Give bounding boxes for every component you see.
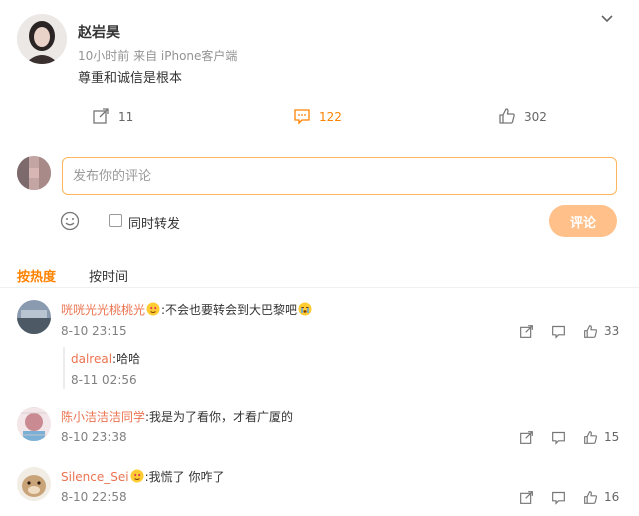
reply-username[interactable]: dalreal xyxy=(71,352,112,366)
comment-time: 8-10 23:15 xyxy=(61,324,127,338)
comment-text: :我是为了看你，才看广厦的 xyxy=(145,410,294,424)
comment-icon[interactable] xyxy=(551,489,566,505)
comment-icon xyxy=(293,107,311,128)
divider xyxy=(0,287,639,288)
comment-icon[interactable] xyxy=(551,323,566,339)
forward-checkbox[interactable] xyxy=(109,214,122,227)
comment-icon[interactable] xyxy=(551,429,566,445)
thumbs-up-icon[interactable] xyxy=(583,429,598,445)
comment-content: 咣咣光光桃桃光 :不会也要转会到大巴黎吧 xyxy=(61,301,313,318)
crying-emoji-icon xyxy=(298,302,312,316)
submit-comment-button[interactable]: 评论 xyxy=(549,205,617,237)
my-avatar[interactable] xyxy=(17,156,51,190)
thumbs-up-icon[interactable] xyxy=(583,489,598,505)
tab-sort-hot[interactable]: 按热度 xyxy=(17,266,56,285)
comment-like-count: 16 xyxy=(604,490,620,504)
comment-username[interactable]: 陈小洁洁洁同学 xyxy=(61,410,145,424)
comment-username[interactable]: 咣咣光光桃桃光 xyxy=(61,303,145,317)
forward-count: 11 xyxy=(118,110,134,124)
comment-actions: 33 xyxy=(519,323,619,339)
heart-eyes-emoji-icon xyxy=(146,302,160,316)
commenter-avatar[interactable] xyxy=(17,467,51,501)
comment-input[interactable] xyxy=(62,157,617,195)
like-button[interactable]: 302 xyxy=(498,107,547,128)
comment-actions: 16 xyxy=(519,489,619,505)
comment-actions: 15 xyxy=(519,429,619,445)
author-name[interactable]: 赵岩昊 xyxy=(78,22,120,42)
comment-content: 陈小洁洁洁同学:我是为了看你，才看广厦的 xyxy=(61,408,293,425)
reply-time: 8-11 02:56 xyxy=(71,373,137,387)
post-meta: 10小时前 来自 iPhone客户端 xyxy=(78,49,238,63)
share-icon[interactable] xyxy=(519,429,534,445)
share-icon[interactable] xyxy=(519,489,534,505)
comment-count: 122 xyxy=(319,110,342,124)
like-count: 302 xyxy=(524,110,547,124)
comment-time: 8-10 23:38 xyxy=(61,430,127,444)
comment-content: Silence_Sei :我慌了 你咋了 xyxy=(61,468,224,485)
forward-button[interactable]: 11 xyxy=(92,107,134,128)
thumbs-up-icon[interactable] xyxy=(583,323,598,339)
reply-thread-line xyxy=(63,347,65,389)
thumbs-up-icon xyxy=(498,107,516,128)
commenter-avatar[interactable] xyxy=(17,300,51,334)
comment-text: :我慌了 你咋了 xyxy=(144,470,225,484)
heart-eyes-emoji-icon xyxy=(130,469,144,483)
tab-sort-time[interactable]: 按时间 xyxy=(89,266,128,285)
share-icon[interactable] xyxy=(519,323,534,339)
reply-text: :哈哈 xyxy=(112,352,141,366)
comment-time: 8-10 22:58 xyxy=(61,490,127,504)
chevron-down-icon[interactable] xyxy=(598,10,616,28)
comment-like-count: 33 xyxy=(604,324,620,338)
author-avatar[interactable] xyxy=(17,14,67,64)
share-icon xyxy=(92,107,110,128)
comment-username[interactable]: Silence_Sei xyxy=(61,470,129,484)
smiley-icon[interactable] xyxy=(60,211,80,231)
comment-like-count: 15 xyxy=(604,430,620,444)
comment-button[interactable]: 122 xyxy=(293,108,342,126)
post-text: 尊重和诚信是根本 xyxy=(78,71,183,86)
commenter-avatar[interactable] xyxy=(17,407,51,441)
reply-content: dalreal:哈哈 xyxy=(71,350,140,367)
forward-checkbox-label[interactable]: 同时转发 xyxy=(128,213,180,232)
comment-text: :不会也要转会到大巴黎吧 xyxy=(161,303,298,317)
